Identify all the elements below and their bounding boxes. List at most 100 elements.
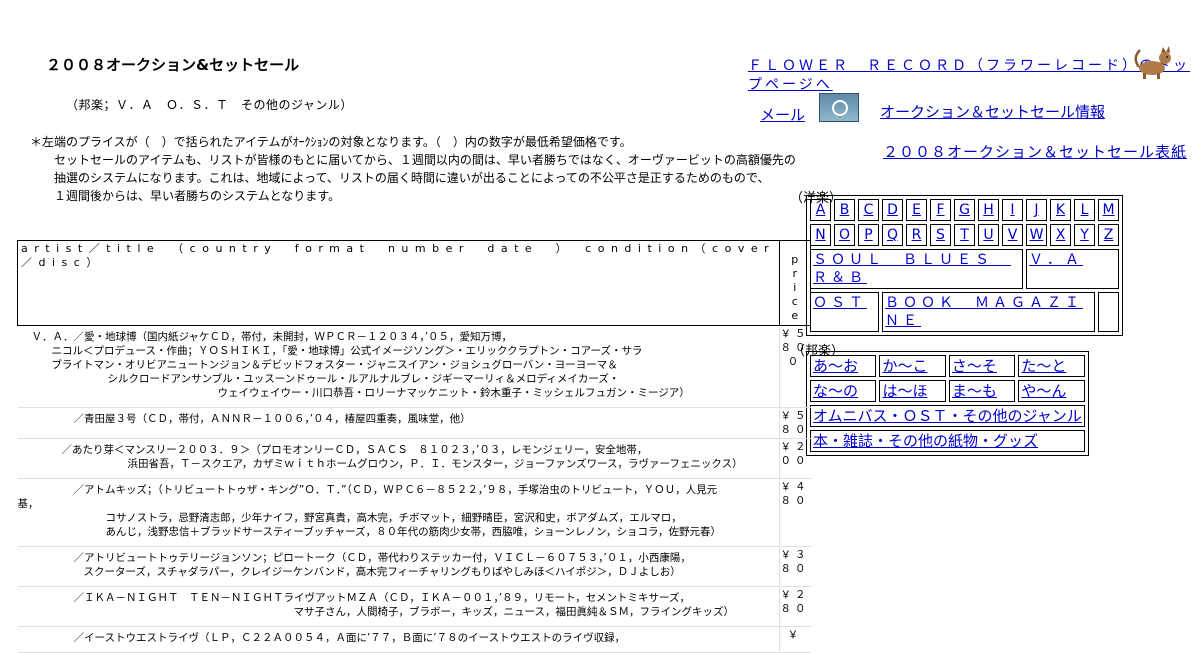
western-letter-row: N O P Q R S T U V W X Y Z — [810, 224, 1119, 246]
table-row: Ｖ．Ａ．／愛・地球博（国内紙ジャケＣＤ，帯付，未開封，ＷＰＣＲ－１２０３４，’０… — [17, 325, 811, 408]
nav-letter-d[interactable]: D — [887, 202, 898, 218]
nav-kana-ha[interactable]: は～ほ — [882, 382, 927, 400]
nav-cell: D — [882, 199, 903, 221]
item-description: ／青田屋３号（ＣＤ，帯付，ＡＮＮＲ－１００６，’０４，椿屋四重奏，風味堂，他） — [17, 407, 780, 439]
nav-letter-y[interactable]: Y — [1080, 227, 1089, 243]
nav-cell: ＢＯＯＫ ＭＡＧＡＺＩＮＥ — [882, 292, 1095, 332]
nav-kana-sa[interactable]: さ～そ — [952, 357, 997, 375]
nav-kana-ka[interactable]: か～こ — [882, 357, 927, 375]
nav-letter-q[interactable]: Q — [887, 227, 898, 243]
note-line: セットセールのアイテムも、リストが皆様のもとに届いてから、１週間以内の間は、早い… — [54, 153, 796, 167]
nav-cell: R — [906, 224, 927, 246]
item-line: ／アトリビュートトゥテリージョンソン；ピロートーク（ＣＤ，帯代わりステッカー付，… — [73, 552, 691, 564]
nav-cell: あ～お — [810, 355, 877, 377]
note-line: １週間後からは、早い者勝ちのシステムとなります。 — [54, 189, 341, 203]
item-price: ￥２８０ — [779, 586, 811, 627]
nav-letter-w[interactable]: W — [1030, 227, 1044, 243]
nav-various-artists[interactable]: Ｖ．Ａ — [1029, 252, 1083, 268]
item-list-table: artist／title （country format number date… — [17, 240, 811, 653]
list-header: artist／title （country format number date… — [17, 240, 780, 326]
nav-cell: 本・雑誌・その他の紙物・グッズ — [810, 430, 1085, 452]
nav-letter-f[interactable]: F — [936, 202, 944, 218]
item-line: ／ＩＫＡ－ＮＩＧＨＴ ＴＥＮ－ＮＩＧＨＴライヴアットＭＺＡ（ＣＤ，ＩＫＡ－００１… — [73, 592, 691, 604]
japanese-kana-row: な～の は～ほ ま～も や～ん — [810, 380, 1085, 402]
nav-ost[interactable]: ＯＳＴ — [813, 295, 867, 311]
table-row: ／ＩＫＡ－ＮＩＧＨＴ ＴＥＮ－ＮＩＧＨＴライヴアットＭＺＡ（ＣＤ，ＩＫＡ－００１… — [17, 586, 811, 627]
western-letter-row: A B C D E F G H I J K L M — [810, 199, 1119, 221]
nav-letter-t[interactable]: T — [960, 227, 969, 243]
item-line: コサノストラ，忌野清志郎，少年ナイフ，野宮真貴，高木完，チボマット，細野晴臣，宮… — [105, 512, 682, 524]
item-description: ／あたり芽＜マンスリー２００３．９＞（プロモオンリーＣＤ，ＳＡＣＳ ８１０２３，… — [17, 438, 780, 479]
nav-cell: Y — [1074, 224, 1095, 246]
japanese-genre-row: オムニバス・ＯＳＴ・その他のジャンル — [810, 405, 1085, 427]
nav-cell: T — [954, 224, 975, 246]
nav-letter-z[interactable]: Z — [1104, 227, 1114, 243]
nav-letter-e[interactable]: E — [912, 202, 921, 218]
item-line: マサ子さん，人間椅子，ブラボー，キッズ，ニュース，福田眞純＆ＳＭ，フライングキッ… — [293, 606, 734, 618]
table-row: ／アトムキッズ；（トリビュートトゥザ・キング”Ｏ．Ｔ．”（ＣＤ，ＷＰＣ６－８５２… — [17, 478, 811, 547]
notes-block: ＊左端のプライスが（ ）で括られたアイテムがｵｰｸｼｮﾝの対象となります。（ ）… — [30, 133, 796, 205]
nav-cell: や～ん — [1018, 380, 1085, 402]
nav-letter-j[interactable]: J — [1034, 202, 1038, 218]
auction-info-link[interactable]: オークション＆セットセール情報 — [880, 101, 1105, 122]
item-line: ウェイウェイウー・川口恭吾・ロリーナマッケニット・鈴木重子・ミッシェルフュガン・… — [217, 387, 690, 399]
nav-letter-m[interactable]: M — [1102, 202, 1114, 218]
nav-letter-p[interactable]: P — [864, 227, 872, 243]
nav-cell: ＳＯＵＬ ＢＬＵＥＳ Ｒ＆Ｂ — [810, 249, 1023, 289]
nav-omnibus-ost[interactable]: オムニバス・ＯＳＴ・その他のジャンル — [813, 407, 1082, 425]
nav-letter-a[interactable]: A — [816, 202, 826, 218]
nav-kana-a[interactable]: あ～お — [813, 357, 858, 375]
nav-letter-h[interactable]: H — [983, 202, 994, 218]
nav-empty-cell — [1098, 292, 1119, 332]
nav-cell: Ｖ．Ａ — [1026, 249, 1119, 289]
nav-letter-b[interactable]: B — [840, 202, 850, 218]
nav-kana-ta[interactable]: た～と — [1021, 357, 1066, 375]
nav-cell: ＯＳＴ — [810, 292, 879, 332]
nav-letter-c[interactable]: C — [864, 202, 874, 218]
nav-letter-i[interactable]: I — [1010, 202, 1014, 218]
nav-letter-v[interactable]: V — [1008, 227, 1018, 243]
mail-link[interactable]: メール — [760, 104, 805, 125]
nav-cell: ま～も — [948, 380, 1016, 402]
nav-letter-s[interactable]: S — [936, 227, 945, 243]
nav-letter-g[interactable]: G — [959, 202, 970, 218]
nav-cell: G — [954, 199, 975, 221]
nav-cell: L — [1074, 199, 1095, 221]
nav-letter-l[interactable]: L — [1081, 202, 1089, 218]
nav-letter-u[interactable]: U — [983, 227, 993, 243]
nav-letter-r[interactable]: R — [912, 227, 922, 243]
nav-letter-k[interactable]: K — [1056, 202, 1065, 218]
item-line: ／アトムキッズ；（トリビュートトゥザ・キング”Ｏ．Ｔ．”（ＣＤ，ＷＰＣ６－８５２… — [73, 484, 718, 496]
nav-letter-x[interactable]: X — [1056, 227, 1066, 243]
nav-cell: E — [906, 199, 927, 221]
item-description: ／アトリビュートトゥテリージョンソン；ピロートーク（ＣＤ，帯代わりステッカー付，… — [17, 546, 780, 587]
item-description: ／ＩＫＡ－ＮＩＧＨＴ ＴＥＮ－ＮＩＧＨＴライヴアットＭＺＡ（ＣＤ，ＩＫＡ－００１… — [17, 586, 780, 627]
nav-cell: オムニバス・ＯＳＴ・その他のジャンル — [810, 405, 1085, 427]
nav-soul-blues-rnb[interactable]: ＳＯＵＬ ＢＬＵＥＳ Ｒ＆Ｂ — [813, 252, 1011, 286]
item-line: Ｖ．Ａ．／愛・地球博（国内紙ジャケＣＤ，帯付，未開封，ＷＰＣＲ－１２０３４，’０… — [31, 331, 513, 343]
nav-letter-n[interactable]: N — [815, 227, 825, 243]
table-row: ／イーストウエストライヴ（ＬＰ，Ｃ２２Ａ００５４，Ａ面に’７７，Ｂ面に’７８のイ… — [17, 626, 811, 653]
nav-cell: X — [1050, 224, 1071, 246]
nav-kana-ya[interactable]: や～ん — [1021, 382, 1066, 400]
nav-letter-o[interactable]: O — [839, 227, 850, 243]
nav-books-goods[interactable]: 本・雑誌・その他の紙物・グッズ — [813, 432, 1038, 450]
nav-kana-ma[interactable]: ま～も — [952, 382, 997, 400]
item-line: ／青田屋３号（ＣＤ，帯付，ＡＮＮＲ－１００６，’０４，椿屋四重奏，風味堂，他） — [73, 413, 471, 425]
nav-kana-na[interactable]: な～の — [813, 382, 858, 400]
note-line: ＊左端のプライスが（ ）で括られたアイテムがｵｰｸｼｮﾝの対象となります。（ ）… — [30, 135, 632, 149]
nav-cell: K — [1050, 199, 1071, 221]
item-price: ￥２００ — [779, 438, 811, 479]
item-line: ／あたり芽＜マンスリー２００３．９＞（プロモオンリーＣＤ，ＳＡＣＳ ８１０２３，… — [61, 444, 648, 456]
nav-cell: B — [834, 199, 855, 221]
table-row: ／青田屋３号（ＣＤ，帯付，ＡＮＮＲ－１００６，’０４，椿屋四重奏，風味堂，他） ￥… — [17, 407, 811, 439]
table-row: ／あたり芽＜マンスリー２００３．９＞（プロモオンリーＣＤ，ＳＡＣＳ ８１０２３，… — [17, 438, 811, 479]
nav-cell: O — [834, 224, 855, 246]
page-subtitle: （邦楽；Ｖ．Ａ Ｏ．Ｓ．Ｔ その他のジャンル） — [66, 98, 353, 112]
nav-cell: V — [1002, 224, 1023, 246]
item-line: シルクロードアンサンブル・ユッスーンドゥール・ルアルナルブレ・ジギーマーリィ＆メ… — [107, 373, 620, 385]
nav-book-magazine[interactable]: ＢＯＯＫ ＭＡＧＡＺＩＮＥ — [885, 295, 1083, 329]
price-header: price — [778, 240, 811, 326]
auction-cover-link[interactable]: ２００８オークション＆セットセール表紙 — [883, 141, 1187, 162]
cd-mail-icon[interactable] — [819, 93, 859, 122]
